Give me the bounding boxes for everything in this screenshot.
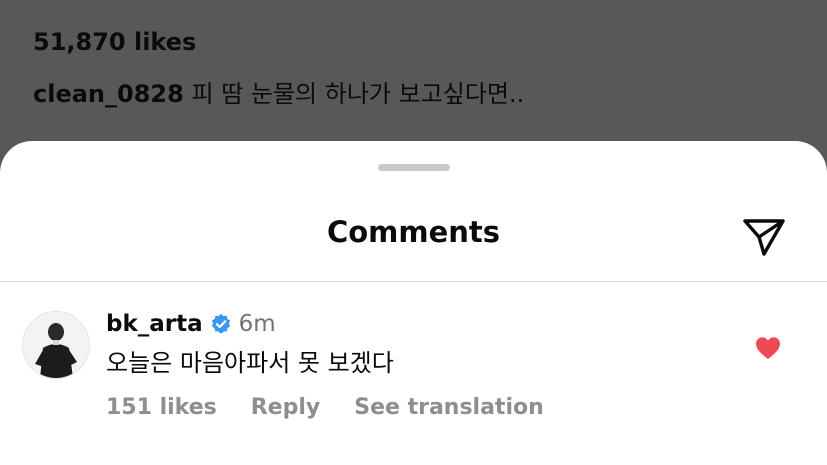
caption-text: 피 땀 눈물의 하나가 보고싶다면.. (191, 80, 525, 108)
see-translation-button[interactable]: See translation (354, 395, 544, 420)
comments-sheet: Comments bk_arta 6m 오늘은 마음아파서 못 보겠다 151 … (0, 141, 827, 465)
sheet-header: Comments (0, 203, 827, 282)
post-background: 51,870 likes clean_0828 피 땀 눈물의 하나가 보고싶다… (0, 0, 827, 160)
share-button[interactable] (738, 213, 790, 261)
paper-plane-icon (743, 219, 785, 256)
verified-badge-icon (210, 313, 232, 335)
avatar-image (23, 312, 89, 378)
sheet-drag-handle[interactable] (378, 164, 450, 171)
caption-username[interactable]: clean_0828 (33, 80, 184, 108)
comment-username[interactable]: bk_arta (106, 311, 203, 337)
post-caption: clean_0828 피 땀 눈물의 하나가 보고싶다면.. (33, 74, 524, 109)
comment-meta: bk_arta 6m (106, 307, 276, 341)
post-likes-count[interactable]: 51,870 likes (33, 28, 196, 56)
heart-icon (756, 337, 780, 359)
comment-text: 오늘은 마음아파서 못 보겠다 (106, 349, 394, 377)
comment-item: bk_arta 6m 오늘은 마음아파서 못 보겠다 151 likes Rep… (0, 303, 827, 443)
comment-timestamp: 6m (238, 311, 276, 337)
reply-button[interactable]: Reply (251, 395, 321, 420)
sheet-title: Comments (326, 215, 501, 249)
avatar[interactable] (22, 311, 90, 379)
like-comment-button[interactable] (752, 333, 784, 363)
comment-likes-count[interactable]: 151 likes (106, 395, 217, 420)
comment-actions: 151 likes Reply See translation (106, 395, 544, 420)
